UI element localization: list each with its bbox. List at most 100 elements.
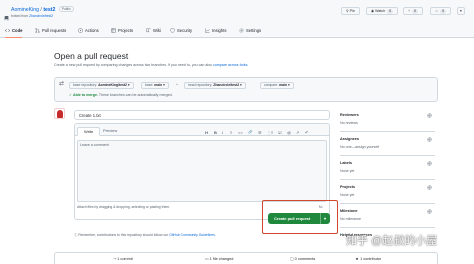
star-icon: ☆ xyxy=(435,9,439,13)
tab-code-label: Code xyxy=(12,28,23,33)
info-icon: ⓘ xyxy=(74,233,78,237)
page-title: Open a pull request xyxy=(54,51,129,61)
divider xyxy=(340,179,435,180)
create-pull-request-label: Create pull request xyxy=(274,216,311,221)
compare-across-forks-link[interactable]: compare across forks. xyxy=(213,63,248,67)
bold-icon[interactable]: B xyxy=(214,130,217,135)
table-icon xyxy=(111,28,116,33)
tab-settings[interactable]: Settings xyxy=(239,27,261,38)
pr-summary-bar: ⊸ 1 commit ▭ 1 file changed ▢ 0 comments… xyxy=(54,252,438,264)
quote-icon[interactable]: ≡ xyxy=(230,130,232,135)
comments-label: 0 comments xyxy=(294,257,316,261)
gear-icon[interactable] xyxy=(427,137,432,142)
compare-branch-label: compare: xyxy=(264,83,280,87)
pin-label: Pin xyxy=(349,9,355,13)
sidebar-heading-milestone[interactable]: Milestone xyxy=(340,209,358,213)
head-repository-select[interactable]: head repository: Zhancircle/test2 ▾ xyxy=(184,82,246,89)
task-list-icon[interactable]: ☑ xyxy=(278,130,282,135)
attach-files-hint[interactable]: Attach files by dragging & dropping, sel… xyxy=(77,205,170,210)
sidebar-heading-reviewers[interactable]: Reviewers xyxy=(340,113,359,117)
avatar xyxy=(54,108,65,119)
tab-insights[interactable]: Insights xyxy=(205,27,226,38)
tab-wiki-label: Wiki xyxy=(153,28,161,33)
divider xyxy=(340,155,435,156)
fork-button[interactable]: ⑂ 0 xyxy=(403,7,424,15)
tab-pull-requests[interactable]: Pull requests xyxy=(35,27,66,38)
repo-name-link[interactable]: test2 xyxy=(43,7,55,13)
gear-icon[interactable] xyxy=(427,185,432,190)
comments-count[interactable]: ▢ 0 comments xyxy=(290,256,315,262)
code-icon[interactable]: <> xyxy=(238,130,243,135)
contributors-count[interactable]: ☻ 1 contributor xyxy=(355,256,381,262)
tab-wiki[interactable]: Wiki xyxy=(146,27,161,38)
chevron-down-icon[interactable]: ▾ xyxy=(319,213,326,224)
visibility-badge: Public xyxy=(58,6,74,12)
avatar-mark xyxy=(57,110,63,118)
files-changed-count[interactable]: ▭ 1 file changed xyxy=(205,256,233,262)
arrow-left-icon: ← xyxy=(175,81,180,87)
ordered-list-icon[interactable]: ⋮≡ xyxy=(267,130,273,135)
unordered-list-icon[interactable]: ☰ xyxy=(258,130,262,135)
gear-icon xyxy=(239,28,244,33)
forked-prefix: forked from xyxy=(11,14,30,18)
star-dropdown-button[interactable]: ▾ xyxy=(457,7,465,15)
mention-icon[interactable]: @ xyxy=(287,130,291,135)
tab-settings-label: Settings xyxy=(246,28,262,33)
repo-owner-link[interactable]: AomineKing xyxy=(11,7,39,13)
base-repository-label: base repository: xyxy=(73,83,99,87)
divider xyxy=(340,203,435,204)
compare-icon: ⇄ xyxy=(59,81,65,87)
forked-from-link[interactable]: Zhancircle/test2 xyxy=(29,14,53,18)
pin-icon: ⚲ xyxy=(346,9,349,13)
italic-icon[interactable]: I xyxy=(222,130,223,135)
community-guidelines-link[interactable]: GitHub Community Guidelines. xyxy=(169,233,216,237)
eye-icon: ◉ xyxy=(371,9,375,13)
star-button[interactable]: ☆ 0 xyxy=(430,7,452,15)
tab-security[interactable]: Security xyxy=(170,27,192,38)
fork-count: 0 xyxy=(412,9,419,14)
page-subtitle: Create a new pull request by comparing c… xyxy=(54,63,248,68)
tab-actions[interactable]: Actions xyxy=(78,27,99,38)
check-icon: ✓ xyxy=(69,93,73,97)
tab-actions-label: Actions xyxy=(85,28,99,33)
sidebar-heading-labels[interactable]: Labels xyxy=(340,161,352,165)
base-repository-value: AomineKing/test2 xyxy=(98,83,127,87)
play-icon xyxy=(78,28,83,33)
comment-textarea[interactable]: Leave a comment xyxy=(77,140,327,202)
watch-button[interactable]: ◉ Watch 0 xyxy=(366,7,399,15)
tab-projects-label: Projects xyxy=(118,28,134,33)
guidelines-text: Remember, contributions to this reposito… xyxy=(78,233,170,237)
sidebar-value-assignees: No one—assign yourself xyxy=(340,145,380,149)
commits-count[interactable]: ⊸ 1 commit xyxy=(113,256,133,262)
cross-reference-icon[interactable]: ↗ xyxy=(296,130,299,135)
base-branch-select[interactable]: base: main ▾ xyxy=(141,82,169,89)
tab-code[interactable]: Code xyxy=(4,27,23,38)
divider xyxy=(340,227,435,228)
link-icon[interactable]: 🔗 xyxy=(248,130,252,135)
sidebar-value-projects: None yet xyxy=(340,193,355,197)
base-repository-select[interactable]: base repository: AomineKing/test2 ▾ xyxy=(69,82,134,89)
gear-icon[interactable] xyxy=(427,161,432,166)
head-repository-label: head repository: xyxy=(188,83,214,87)
tab-preview[interactable]: Preview xyxy=(97,127,123,135)
comment-icon: ▢ xyxy=(290,257,294,261)
pr-title-input[interactable]: Create 1.txt xyxy=(74,110,330,120)
forked-from-text: forked from Zhancircle/test2 xyxy=(11,14,53,19)
page-subtitle-text: Create a new pull request by comparing c… xyxy=(54,63,214,67)
heading-icon[interactable]: H xyxy=(205,130,208,135)
sidebar-heading-assignees[interactable]: Assignees xyxy=(340,137,359,141)
merge-status: ✓ Able to merge. These branches can be a… xyxy=(69,92,173,98)
compare-branch-select[interactable]: compare: main ▾ xyxy=(260,82,294,89)
sidebar-heading-projects[interactable]: Projects xyxy=(340,185,355,189)
base-branch-label: base: xyxy=(145,83,155,87)
create-pull-request-button[interactable]: Create pull request ▾ xyxy=(268,213,330,224)
undo-icon[interactable]: ↶ xyxy=(305,130,308,135)
guidelines-notice: ⓘ Remember, contributions to this reposi… xyxy=(74,233,216,238)
gear-icon[interactable] xyxy=(427,113,432,118)
tab-pull-requests-label: Pull requests xyxy=(42,28,67,33)
pin-button[interactable]: ⚲ Pin xyxy=(341,7,360,15)
gear-icon[interactable] xyxy=(427,209,432,214)
divider xyxy=(340,131,435,132)
chevron-down-icon: ▾ xyxy=(460,9,462,13)
tab-projects[interactable]: Projects xyxy=(111,27,133,38)
